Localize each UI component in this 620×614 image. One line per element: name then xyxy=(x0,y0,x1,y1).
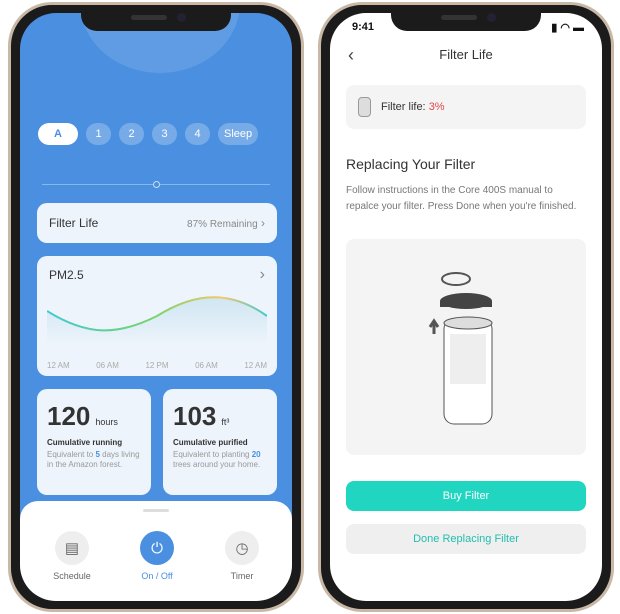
filter-life-label: Filter life: xyxy=(381,101,429,113)
tick: 12 AM xyxy=(244,361,267,370)
phone-filter-life: 9:41 ▮ ◠ ▬ ‹ Filter Life Filter life: 3% … xyxy=(318,2,614,612)
notch xyxy=(81,5,231,31)
phone-home: A 1 2 3 4 Sleep Filter Life 87% Remainin… xyxy=(8,2,304,612)
mode-auto[interactable]: A xyxy=(38,123,78,145)
purifier-illustration xyxy=(428,272,493,425)
page-title: Filter Life xyxy=(439,47,493,62)
purified-card: 103 ft³ Cumulative purified Equivalent to… xyxy=(163,389,277,495)
power-icon: ⏻ xyxy=(140,531,174,565)
timer-icon: ◷ xyxy=(225,531,259,565)
mode-sleep[interactable]: Sleep xyxy=(218,123,259,145)
filter-life-value: 3% xyxy=(428,101,445,113)
filter-icon xyxy=(358,97,371,117)
tick: 06 AM xyxy=(195,361,218,370)
filter-status: Filter life: 3% xyxy=(346,85,586,129)
status-bar: 9:41 ▮ ◠ ▬ xyxy=(352,21,584,34)
mode-3[interactable]: 3 xyxy=(152,123,177,145)
purified-value: 103 xyxy=(173,401,217,431)
chevron-right-icon: › xyxy=(261,216,265,230)
done-replacing-button[interactable]: Done Replacing Filter xyxy=(346,524,586,554)
bottom-sheet: ▤ Schedule ⏻ On / Off ◷ Timer xyxy=(20,501,292,601)
chevron-right-icon: › xyxy=(259,266,265,283)
purified-unit: ft³ xyxy=(221,417,230,427)
running-desc: Equivalent to 5 days living in the Amazo… xyxy=(47,450,140,470)
pm25-chart xyxy=(47,296,267,346)
mode-1[interactable]: 1 xyxy=(86,123,111,145)
calendar-icon: ▤ xyxy=(55,531,89,565)
mode-selector: A 1 2 3 4 Sleep xyxy=(38,123,278,145)
power-button[interactable]: ⏻ On / Off xyxy=(127,531,187,581)
home-screen: A 1 2 3 4 Sleep Filter Life 87% Remainin… xyxy=(20,13,292,601)
sheet-handle[interactable] xyxy=(143,509,169,512)
buy-filter-button[interactable]: Buy Filter xyxy=(346,481,586,511)
timer-button[interactable]: ◷ Timer xyxy=(212,531,272,581)
tick: 12 PM xyxy=(145,361,169,370)
purified-desc: Equivalent to planting 20 trees around y… xyxy=(173,450,261,470)
section-heading: Replacing Your Filter xyxy=(346,156,476,172)
signal-wifi-battery-icon: ▮ ◠ ▬ xyxy=(551,22,584,34)
schedule-button[interactable]: ▤ Schedule xyxy=(42,531,102,581)
filter-life-value: 87% Remaining xyxy=(187,219,258,230)
mode-4[interactable]: 4 xyxy=(185,123,210,145)
running-label: Cumulative running xyxy=(47,438,123,447)
running-unit: hours xyxy=(95,417,118,427)
pm25-title: PM2.5 xyxy=(49,268,84,282)
filter-screen: 9:41 ▮ ◠ ▬ ‹ Filter Life Filter life: 3% … xyxy=(330,13,602,601)
filter-illustration xyxy=(346,239,586,455)
pm25-card[interactable]: PM2.5 › 12 AM 06 AM 12 PM 06 AM 12 AM xyxy=(37,256,277,376)
chart-area xyxy=(47,297,267,346)
filter-life-label: Filter Life xyxy=(49,216,99,230)
back-icon[interactable]: ‹ xyxy=(348,45,354,66)
mode-2[interactable]: 2 xyxy=(119,123,144,145)
nav-bar: ‹ Filter Life xyxy=(330,45,602,65)
running-value: 120 xyxy=(47,401,91,431)
tick: 06 AM xyxy=(96,361,119,370)
x-axis: 12 AM 06 AM 12 PM 06 AM 12 AM xyxy=(47,361,267,370)
filter-life-card[interactable]: Filter Life 87% Remaining › xyxy=(37,203,277,243)
instructions: Follow instructions in the Core 400S man… xyxy=(346,185,577,212)
purified-label: Cumulative purified xyxy=(173,438,248,447)
clock: 9:41 xyxy=(352,21,375,33)
slider-dot[interactable] xyxy=(153,181,160,188)
tick: 12 AM xyxy=(47,361,70,370)
running-card: 120 hours Cumulative running Equivalent t… xyxy=(37,389,151,495)
